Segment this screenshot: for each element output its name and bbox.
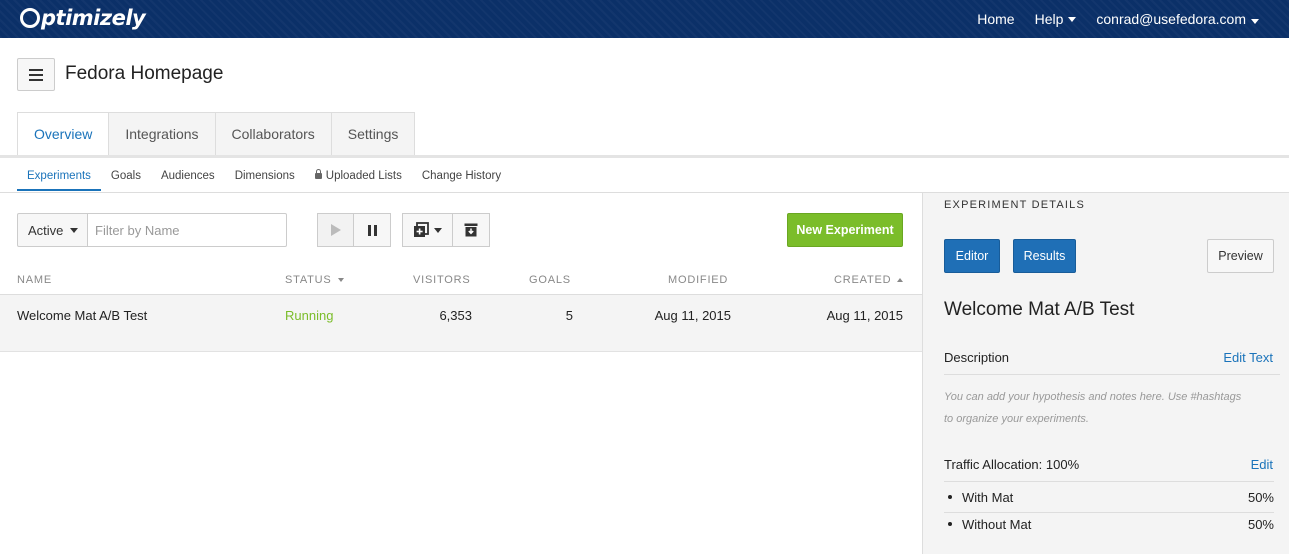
- experiments-table-header: NAME STATUS VISITORS GOALS MODIFIED CREA…: [0, 266, 922, 295]
- chevron-down-icon: [70, 227, 79, 233]
- new-experiment-button[interactable]: New Experiment: [787, 213, 903, 247]
- nav-help-label: Help: [1034, 11, 1064, 27]
- column-header-modified[interactable]: MODIFIED: [668, 274, 728, 286]
- nav-home-label: Home: [977, 11, 1015, 27]
- account-menu[interactable]: conrad@usefedora.com: [1096, 11, 1259, 27]
- tabs-divider: [0, 155, 1289, 158]
- list-item: Without Mat 50%: [944, 517, 1274, 532]
- logo-ring-icon: [20, 8, 40, 28]
- column-label: STATUS: [285, 274, 332, 286]
- menu-icon-bar: [29, 68, 43, 71]
- pause-icon: [367, 224, 377, 236]
- tab-collaborators[interactable]: Collaborators: [215, 112, 332, 156]
- list-item: With Mat 50%: [944, 490, 1274, 505]
- filter-by-name-input[interactable]: [88, 213, 287, 247]
- start-button[interactable]: [317, 213, 354, 247]
- column-header-goals[interactable]: GOALS: [529, 274, 571, 286]
- goals-count: 5: [565, 308, 573, 323]
- column-header-status[interactable]: STATUS: [285, 274, 344, 286]
- subtab-dimensions[interactable]: Dimensions: [225, 166, 305, 191]
- subtab-uploaded-lists[interactable]: Uploaded Lists: [305, 166, 412, 191]
- bullet-icon: [948, 495, 952, 499]
- status-filter-dropdown[interactable]: Active: [17, 213, 88, 247]
- sort-down-icon: [337, 278, 344, 282]
- subtab-experiments[interactable]: Experiments: [17, 166, 101, 191]
- hamburger-menu-button[interactable]: [17, 58, 55, 91]
- preview-button[interactable]: Preview: [1207, 239, 1274, 273]
- bullet-icon: [948, 522, 952, 526]
- description-placeholder[interactable]: You can add your hypothesis and notes he…: [944, 386, 1279, 430]
- visitors-count: 6,353: [439, 308, 472, 323]
- column-label: MODIFIED: [668, 274, 729, 286]
- lock-icon: [314, 169, 322, 179]
- column-label: NAME: [17, 274, 52, 286]
- subtab-audiences[interactable]: Audiences: [151, 166, 225, 191]
- column-label: CREATED: [834, 274, 892, 286]
- tab-integrations[interactable]: Integrations: [109, 112, 216, 156]
- filter-group: Active: [17, 213, 287, 247]
- column-header-name[interactable]: NAME: [17, 274, 52, 286]
- archive-icon: [464, 223, 478, 237]
- project-title: Fedora Homepage: [65, 63, 224, 84]
- divider: [944, 374, 1280, 375]
- results-button[interactable]: Results: [1013, 239, 1076, 273]
- menu-icon-bar: [29, 78, 43, 81]
- nav-help-menu[interactable]: Help: [1035, 11, 1077, 27]
- panel-heading: EXPERIMENT DETAILS: [944, 199, 1085, 211]
- table-row[interactable]: Welcome Mat A/B Test Running 6,353 5 Aug…: [0, 295, 922, 352]
- modified-date: Aug 11, 2015: [654, 308, 731, 323]
- description-label: Description: [944, 350, 1010, 365]
- project-tabs: Overview Integrations Collaborators Sett…: [17, 112, 416, 156]
- duplicate-button[interactable]: [402, 213, 453, 247]
- experiment-details-panel: EXPERIMENT DETAILS Editor Results Previe…: [922, 193, 1289, 554]
- logo-text: ptimizely: [41, 6, 146, 30]
- optimizely-logo[interactable]: ptimizely: [20, 6, 146, 30]
- divider: [944, 481, 1274, 482]
- nav-home-link[interactable]: Home: [977, 11, 1014, 27]
- top-nav: Home Help conrad@usefedora.com: [977, 0, 1259, 38]
- experiment-title: Welcome Mat A/B Test: [944, 299, 1135, 320]
- description-line: to organize your experiments.: [944, 413, 1089, 425]
- subtab-goals[interactable]: Goals: [101, 166, 151, 191]
- traffic-allocation-label: Traffic Allocation: 100%: [944, 457, 1080, 472]
- status-badge: Running: [285, 308, 334, 323]
- pause-button[interactable]: [354, 213, 391, 247]
- variation-name: Without Mat: [962, 517, 1032, 532]
- subtab-change-history[interactable]: Change History: [412, 166, 511, 191]
- account-email: conrad@usefedora.com: [1096, 11, 1246, 27]
- created-date: Aug 11, 2015: [826, 308, 903, 323]
- editor-button[interactable]: Editor: [944, 239, 1000, 273]
- chevron-down-icon: [1251, 18, 1259, 24]
- column-header-created[interactable]: CREATED: [834, 274, 904, 286]
- column-label: VISITORS: [413, 274, 471, 286]
- experiment-actions: [402, 213, 490, 247]
- description-line: You can add your hypothesis and notes he…: [944, 391, 1242, 403]
- run-controls: [317, 213, 391, 247]
- status-filter-value: Active: [28, 222, 64, 238]
- variation-percent: 50%: [1247, 517, 1274, 532]
- divider: [944, 512, 1274, 513]
- menu-icon-bar: [29, 73, 43, 76]
- variation-name: With Mat: [962, 490, 1014, 505]
- archive-button[interactable]: [453, 213, 490, 247]
- tab-overview[interactable]: Overview: [17, 112, 110, 156]
- column-label: GOALS: [529, 274, 571, 286]
- chevron-down-icon: [434, 227, 442, 233]
- edit-text-link[interactable]: Edit Text: [1223, 350, 1273, 365]
- play-icon: [330, 224, 341, 236]
- tab-settings[interactable]: Settings: [331, 112, 416, 156]
- duplicate-icon: [414, 222, 429, 237]
- variation-percent: 50%: [1247, 490, 1274, 505]
- column-header-visitors[interactable]: VISITORS: [413, 274, 471, 286]
- experiment-name[interactable]: Welcome Mat A/B Test: [17, 308, 147, 323]
- edit-traffic-link[interactable]: Edit: [1251, 457, 1273, 472]
- sort-up-icon: [897, 278, 904, 282]
- top-navigation-bar: ptimizely Home Help conrad@usefedora.com: [0, 0, 1289, 38]
- chevron-down-icon: [1068, 16, 1077, 22]
- sub-tabs: Experiments Goals Audiences Dimensions U…: [17, 166, 511, 191]
- subtab-uploaded-lists-label: Uploaded Lists: [325, 170, 402, 182]
